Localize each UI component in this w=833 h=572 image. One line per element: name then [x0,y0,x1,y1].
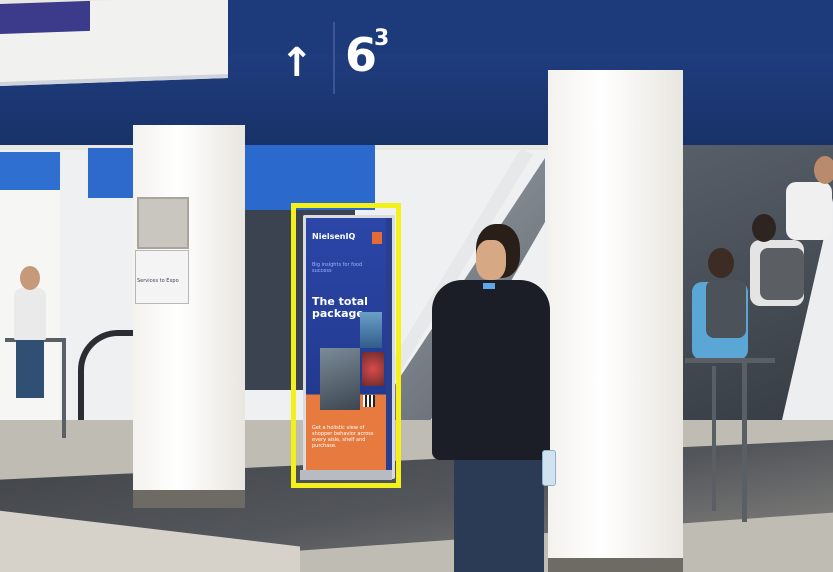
person-head [20,266,40,290]
person-head [814,156,833,184]
highlight-box [291,203,401,488]
blue-wall-panel [0,152,60,190]
person-left [14,288,46,340]
railing-post [62,338,66,438]
person-head [752,214,776,242]
railing-post [712,366,716,511]
person-legs [16,338,44,398]
person-escalator-top [786,182,832,240]
blue-wall-panel [88,148,138,198]
pillar-base [548,558,683,572]
railing [685,358,775,363]
pillar-left [133,125,245,505]
wall-plaque [137,197,189,249]
hanging-sign [0,0,228,86]
up-arrow-icon: ↑ [280,40,314,86]
walking-man [432,280,550,460]
backpack [706,280,746,338]
sign-divider [333,22,335,94]
info-sign-text: Services to Expo [137,278,179,284]
info-sign [135,250,189,304]
pillar-right [548,70,683,570]
railing-post [742,362,747,522]
photo-scene: ↑ 6 3 Services to Expo NielsenIQ Big ins… [0,0,833,572]
man-legs [454,455,544,572]
backpack [760,248,804,300]
person-head [708,248,734,278]
water-bottle [542,450,556,486]
hall-number: 6 [345,28,378,82]
lanyard [483,283,495,289]
pillar-base [133,490,245,508]
man-face [476,240,506,280]
hall-superscript: 3 [374,26,390,51]
